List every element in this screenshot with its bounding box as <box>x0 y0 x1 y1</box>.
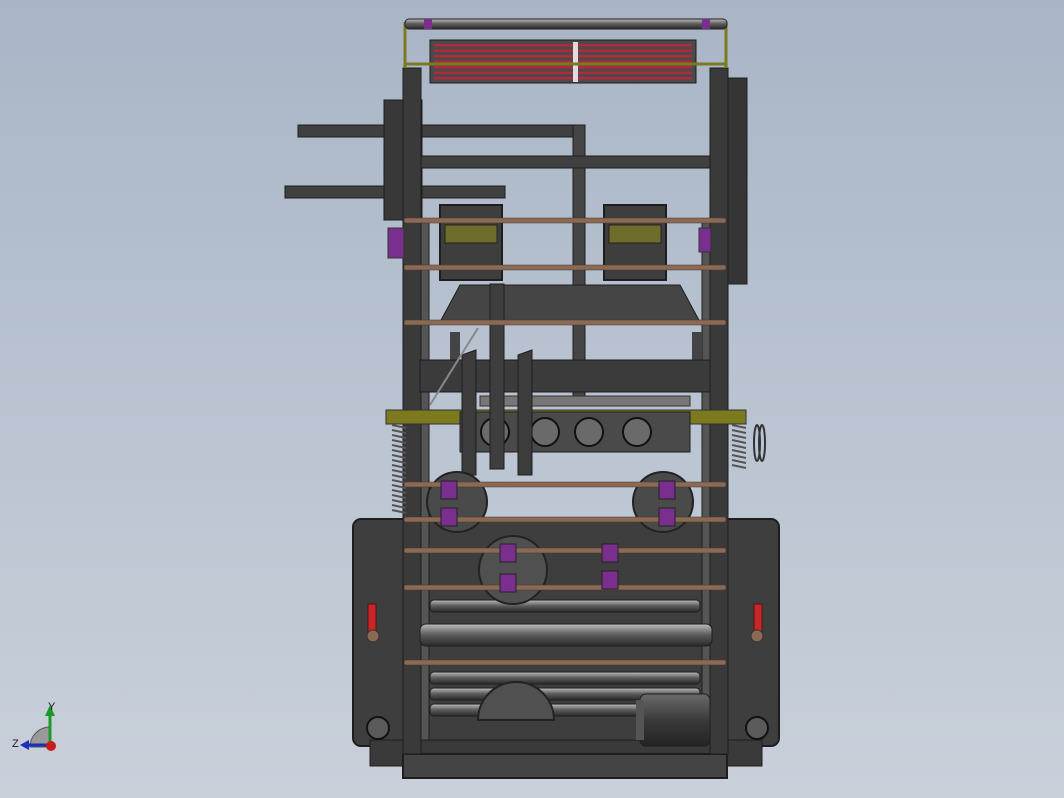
roller-stripe <box>434 55 692 58</box>
bearing-clamp <box>499 573 517 593</box>
spring-coil <box>731 459 747 464</box>
bearing-clamp <box>601 570 619 590</box>
spring-coil <box>731 449 747 454</box>
spring-coil <box>731 439 747 444</box>
roller-divider <box>573 42 578 82</box>
bearing-clamp <box>499 543 517 563</box>
table-leg <box>692 332 702 362</box>
support-table <box>439 284 701 323</box>
mid-beam <box>385 359 747 453</box>
housing-hole-left <box>366 716 390 740</box>
bearing-clamp <box>440 507 458 527</box>
tie-rod <box>403 319 727 326</box>
top-roller-assembly <box>403 18 728 84</box>
bearing-clamp <box>658 507 676 527</box>
bearing-clamp <box>601 543 619 563</box>
roller-stripe <box>434 71 692 74</box>
triad-x-axis <box>46 741 56 751</box>
triad-z-label: Z <box>12 738 19 750</box>
tie-rod <box>403 547 727 554</box>
roller-stripe <box>434 44 692 47</box>
spring-coil <box>731 464 747 469</box>
triad-z-arrow <box>20 740 29 750</box>
spring-coil <box>731 424 747 429</box>
tie-rod <box>403 217 727 224</box>
tie-rod <box>403 264 727 271</box>
roller-stripe <box>434 77 692 80</box>
spring-coil <box>731 444 747 449</box>
bearing-clamp <box>658 480 676 500</box>
roller-stripe <box>434 66 692 69</box>
roller-stripe <box>434 49 692 52</box>
tie-rod <box>403 659 727 666</box>
drive-motor <box>636 693 711 747</box>
right-coil <box>753 424 766 462</box>
tie-rod <box>403 584 727 591</box>
machine-assembly <box>284 18 780 779</box>
orientation-triad: Y Z <box>12 701 56 751</box>
cad-viewport[interactable]: Y Z <box>0 0 1064 798</box>
housing-hole-right <box>745 716 769 740</box>
spring-coil <box>731 434 747 439</box>
spring-coil <box>731 429 747 434</box>
bearing-clamp <box>440 480 458 500</box>
spring-coil <box>731 454 747 459</box>
triad-y-label: Y <box>48 701 56 713</box>
rear-side-panel <box>726 77 748 285</box>
